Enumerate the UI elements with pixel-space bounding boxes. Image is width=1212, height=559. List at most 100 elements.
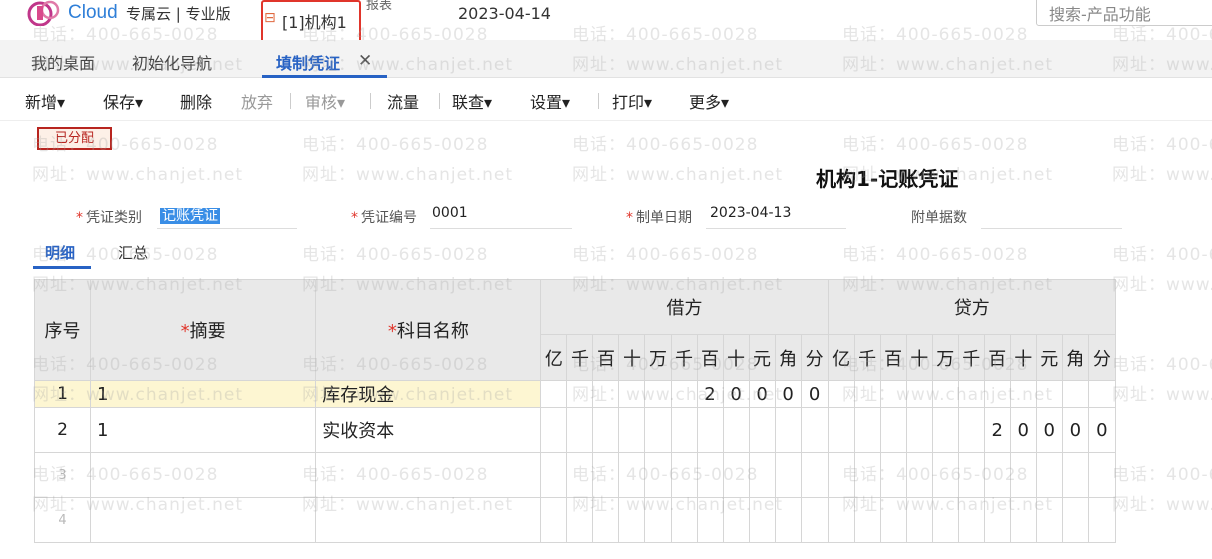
credit-digit-cell[interactable] <box>827 497 855 543</box>
debit-digit-cell[interactable] <box>670 380 698 408</box>
debit-digit-cell[interactable] <box>748 407 776 453</box>
debit-digit-cell[interactable]: 0 <box>774 380 802 408</box>
debit-digit-cell[interactable] <box>618 497 646 543</box>
search-input[interactable]: 搜索-产品功能 <box>1036 0 1212 26</box>
summary-cell[interactable]: 1 <box>90 380 317 408</box>
credit-digit-cell[interactable] <box>1061 380 1089 408</box>
flow-button[interactable]: 流量 <box>387 89 419 113</box>
voucher-number-field[interactable]: 0001 <box>432 205 468 221</box>
credit-digit-cell[interactable]: 0 <box>1009 407 1037 453</box>
table-row[interactable]: 4 <box>33 497 1117 543</box>
account-cell[interactable]: 库存现金 <box>315 380 542 408</box>
tab-init-guide[interactable]: 初始化导航 <box>132 50 212 74</box>
debit-digit-cell[interactable] <box>618 407 646 453</box>
credit-digit-cell[interactable] <box>1087 452 1117 498</box>
debit-digit-cell[interactable] <box>592 497 620 543</box>
credit-digit-cell[interactable] <box>957 452 985 498</box>
credit-digit-cell[interactable] <box>853 380 881 408</box>
credit-digit-cell[interactable] <box>957 497 985 543</box>
credit-digit-cell[interactable] <box>879 407 907 453</box>
credit-digit-cell[interactable] <box>853 407 881 453</box>
debit-digit-cell[interactable] <box>540 497 568 543</box>
debit-digit-cell[interactable] <box>722 452 750 498</box>
debit-digit-cell[interactable] <box>644 452 672 498</box>
debit-digit-cell[interactable] <box>566 407 594 453</box>
debit-digit-cell[interactable] <box>644 407 672 453</box>
debit-digit-cell[interactable] <box>618 380 646 408</box>
credit-digit-cell[interactable] <box>983 497 1011 543</box>
summary-cell[interactable] <box>90 497 317 543</box>
report-menu[interactable]: 报表 <box>366 0 392 13</box>
debit-digit-cell[interactable] <box>722 407 750 453</box>
tab-fill-voucher[interactable]: 填制凭证 <box>276 50 340 74</box>
credit-digit-cell[interactable]: 2 <box>983 407 1011 453</box>
debit-digit-cell[interactable] <box>540 452 568 498</box>
account-cell[interactable] <box>315 497 542 543</box>
debit-digit-cell[interactable] <box>774 452 802 498</box>
credit-digit-cell[interactable] <box>931 407 959 453</box>
org-selector[interactable]: [1]机构1 <box>282 9 347 33</box>
table-row[interactable]: 2 1 实收资本 2 0 0 0 0 <box>33 407 1117 453</box>
credit-digit-cell[interactable] <box>827 452 855 498</box>
debit-digit-cell[interactable] <box>566 497 594 543</box>
credit-digit-cell[interactable]: 0 <box>1087 407 1117 453</box>
credit-digit-cell[interactable] <box>827 380 855 408</box>
credit-digit-cell[interactable] <box>879 497 907 543</box>
discard-button[interactable]: 放弃 <box>241 89 273 113</box>
credit-digit-cell[interactable] <box>957 380 985 408</box>
credit-digit-cell[interactable] <box>853 497 881 543</box>
seq-cell[interactable]: 1 <box>33 380 92 408</box>
debit-digit-cell[interactable] <box>592 380 620 408</box>
debit-digit-cell[interactable] <box>774 407 802 453</box>
debit-digit-cell[interactable] <box>618 452 646 498</box>
credit-digit-cell[interactable] <box>905 452 933 498</box>
credit-digit-cell[interactable] <box>931 380 959 408</box>
debit-digit-cell[interactable] <box>774 497 802 543</box>
debit-digit-cell[interactable] <box>644 380 672 408</box>
debit-digit-cell[interactable] <box>566 380 594 408</box>
credit-digit-cell[interactable] <box>905 407 933 453</box>
seq-cell[interactable]: 2 <box>33 407 92 453</box>
seq-cell[interactable]: 4 <box>33 497 92 543</box>
credit-digit-cell[interactable] <box>957 407 985 453</box>
debit-digit-cell[interactable] <box>748 452 776 498</box>
save-button[interactable]: 保存▾ <box>103 89 143 113</box>
seq-cell[interactable]: 3 <box>33 452 92 498</box>
debit-digit-cell[interactable] <box>800 407 829 453</box>
subtab-detail[interactable]: 明细 <box>45 242 75 263</box>
credit-digit-cell[interactable] <box>905 497 933 543</box>
debit-digit-cell[interactable] <box>644 497 672 543</box>
tab-my-desktop[interactable]: 我的桌面 <box>31 50 95 74</box>
credit-digit-cell[interactable] <box>931 452 959 498</box>
debit-digit-cell[interactable]: 0 <box>800 380 829 408</box>
credit-digit-cell[interactable] <box>1035 497 1063 543</box>
debit-digit-cell[interactable] <box>800 452 829 498</box>
credit-digit-cell[interactable] <box>983 452 1011 498</box>
settings-button[interactable]: 设置▾ <box>530 89 570 113</box>
table-row[interactable]: 1 1 库存现金 2 0 0 0 0 <box>33 380 1117 408</box>
credit-digit-cell[interactable] <box>905 380 933 408</box>
credit-digit-cell[interactable] <box>1087 380 1117 408</box>
credit-digit-cell[interactable] <box>1009 380 1037 408</box>
new-button[interactable]: 新增▾ <box>25 89 65 113</box>
account-cell[interactable] <box>315 452 542 498</box>
debit-digit-cell[interactable] <box>696 407 724 453</box>
debit-digit-cell[interactable] <box>800 497 829 543</box>
account-cell[interactable]: 实收资本 <box>315 407 542 453</box>
credit-digit-cell[interactable] <box>1035 380 1063 408</box>
more-button[interactable]: 更多▾ <box>689 89 729 113</box>
debit-digit-cell[interactable] <box>592 452 620 498</box>
debit-digit-cell[interactable] <box>696 497 724 543</box>
credit-digit-cell[interactable] <box>827 407 855 453</box>
print-button[interactable]: 打印▾ <box>612 89 652 113</box>
debit-digit-cell[interactable] <box>540 380 568 408</box>
credit-digit-cell[interactable]: 0 <box>1061 407 1089 453</box>
debit-digit-cell[interactable] <box>696 452 724 498</box>
credit-digit-cell[interactable] <box>1009 452 1037 498</box>
audit-button[interactable]: 审核▾ <box>305 89 345 113</box>
credit-digit-cell[interactable] <box>1035 452 1063 498</box>
delete-button[interactable]: 删除 <box>180 89 212 113</box>
credit-digit-cell[interactable] <box>1061 452 1089 498</box>
login-date[interactable]: 2023-04-14 <box>458 4 551 23</box>
debit-digit-cell[interactable] <box>566 452 594 498</box>
